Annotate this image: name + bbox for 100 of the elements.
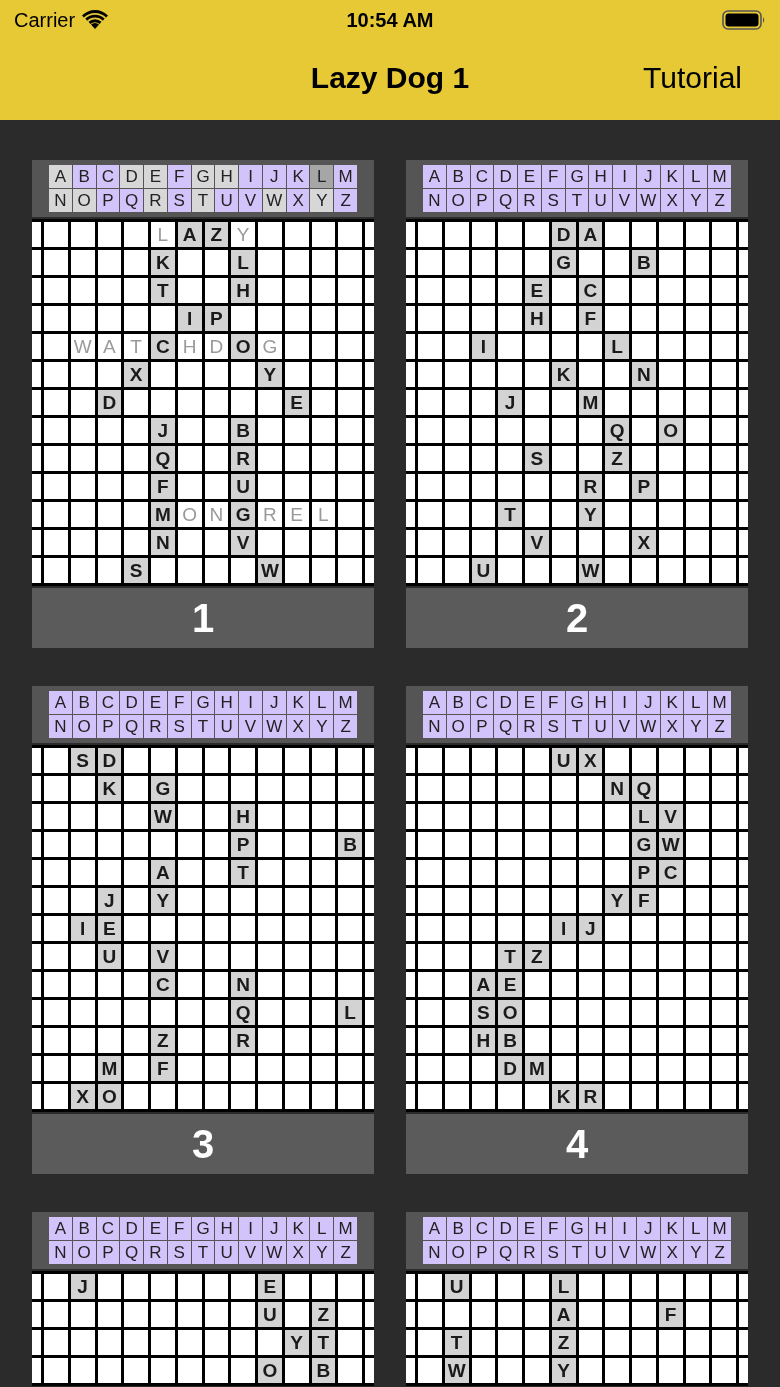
letter-tile[interactable]: S — [471, 1000, 496, 1025]
letter-key[interactable]: F — [167, 1217, 191, 1240]
letter-tile[interactable]: G — [551, 250, 576, 275]
letter-key[interactable]: P — [470, 1241, 494, 1264]
letter-key[interactable]: H — [589, 1217, 613, 1240]
letter-key[interactable]: X — [660, 1241, 684, 1264]
letter-tile[interactable]: U — [231, 474, 255, 499]
letter-key[interactable]: S — [167, 715, 191, 738]
letter-key[interactable]: R — [518, 189, 541, 212]
letter-key[interactable]: H — [589, 691, 613, 714]
letter-key[interactable]: L — [310, 165, 334, 188]
letter-tile[interactable]: H — [525, 306, 549, 331]
letter-tile[interactable]: X — [632, 530, 656, 555]
letter-tile[interactable]: C — [151, 972, 175, 997]
letter-tile[interactable]: O — [231, 334, 255, 359]
letter-key[interactable]: M — [708, 1217, 731, 1240]
letter-key[interactable]: O — [446, 1241, 470, 1264]
letter-key[interactable]: H — [215, 691, 239, 714]
letter-tile[interactable]: X — [70, 1084, 95, 1109]
letter-key[interactable]: W — [262, 189, 286, 212]
letter-tile[interactable]: B — [231, 418, 255, 443]
letter-tile[interactable]: Y — [151, 888, 175, 913]
letter-tile[interactable]: W — [578, 558, 603, 583]
letter-tile[interactable]: J — [151, 418, 175, 443]
letter-tile[interactable]: Z — [204, 222, 229, 247]
letter-tile[interactable]: L — [231, 250, 255, 275]
letter-tile[interactable]: D — [97, 748, 122, 773]
letter-key[interactable]: E — [518, 165, 541, 188]
letter-tile[interactable]: P — [204, 306, 229, 331]
letter-key[interactable]: M — [334, 165, 357, 188]
letter-tile[interactable]: X — [124, 362, 148, 387]
letter-key[interactable]: M — [334, 691, 357, 714]
letter-key[interactable]: V — [613, 1241, 636, 1264]
letter-tile[interactable]: A — [151, 860, 175, 885]
letter-key[interactable]: T — [565, 189, 589, 212]
letter-tile[interactable]: B — [498, 1028, 522, 1053]
letter-key[interactable]: Z — [708, 715, 731, 738]
letter-tile[interactable]: J — [70, 1274, 95, 1299]
letter-tile[interactable]: V — [151, 944, 175, 969]
letter-key[interactable]: N — [49, 189, 72, 212]
letter-tile[interactable]: T — [444, 1330, 469, 1355]
letter-key[interactable]: O — [72, 189, 96, 212]
letter-tile[interactable]: O — [97, 1084, 122, 1109]
letter-key[interactable]: J — [262, 691, 286, 714]
letter-key[interactable]: E — [144, 165, 167, 188]
letter-tile[interactable]: A — [471, 972, 496, 997]
letter-tile[interactable]: I — [177, 306, 202, 331]
letter-key[interactable]: J — [636, 691, 660, 714]
letter-tile[interactable]: W — [658, 832, 683, 857]
letter-key[interactable]: S — [167, 189, 191, 212]
letter-key[interactable]: N — [423, 715, 446, 738]
letter-key[interactable]: S — [167, 1241, 191, 1264]
letter-key[interactable]: I — [239, 691, 262, 714]
letter-tile[interactable]: N — [231, 972, 255, 997]
letter-key[interactable]: O — [446, 189, 470, 212]
letter-key[interactable]: C — [470, 165, 494, 188]
letter-key[interactable]: M — [708, 691, 731, 714]
letter-key[interactable]: N — [423, 189, 446, 212]
letter-tile[interactable]: I — [551, 916, 576, 941]
letter-key[interactable]: D — [120, 691, 144, 714]
letter-tile[interactable]: Y — [605, 888, 629, 913]
letter-key[interactable]: F — [541, 1217, 565, 1240]
letter-key[interactable]: O — [72, 1241, 96, 1264]
letter-key[interactable]: V — [239, 1241, 262, 1264]
letter-key[interactable]: Q — [120, 189, 144, 212]
letter-key[interactable]: K — [286, 165, 310, 188]
letter-key[interactable]: M — [708, 165, 731, 188]
letter-tile[interactable]: L — [632, 804, 656, 829]
letter-tile[interactable]: U — [444, 1274, 469, 1299]
letter-tile[interactable]: E — [284, 390, 309, 415]
letter-key[interactable]: X — [660, 715, 684, 738]
letter-key[interactable]: D — [494, 691, 518, 714]
letter-key[interactable]: F — [541, 165, 565, 188]
letter-key[interactable]: I — [613, 1217, 636, 1240]
letter-key[interactable]: U — [589, 1241, 613, 1264]
letter-tile[interactable]: F — [151, 1056, 175, 1081]
letter-key[interactable]: K — [286, 691, 310, 714]
letter-tile[interactable]: K — [551, 1084, 576, 1109]
letter-tile[interactable]: G — [231, 502, 255, 527]
letter-key[interactable]: K — [660, 691, 684, 714]
letter-key[interactable]: R — [518, 1241, 541, 1264]
letter-key[interactable]: W — [636, 715, 660, 738]
letter-tile[interactable]: N — [605, 776, 629, 801]
letter-tile[interactable]: Z — [551, 1330, 576, 1355]
letter-tile[interactable]: P — [231, 832, 255, 857]
letter-key[interactable]: C — [96, 1217, 120, 1240]
letter-tile[interactable]: M — [151, 502, 175, 527]
letter-key[interactable]: H — [589, 165, 613, 188]
letter-key[interactable]: R — [144, 189, 167, 212]
letter-tile[interactable]: C — [578, 278, 603, 303]
letter-key[interactable]: N — [49, 715, 72, 738]
letter-key[interactable]: E — [144, 691, 167, 714]
letter-key[interactable]: P — [470, 715, 494, 738]
letter-key[interactable]: D — [120, 1217, 144, 1240]
letter-key[interactable]: X — [286, 1241, 310, 1264]
letter-key[interactable]: H — [215, 165, 239, 188]
letter-key[interactable]: L — [684, 691, 708, 714]
letter-key[interactable]: P — [96, 1241, 120, 1264]
letter-key[interactable]: T — [191, 715, 215, 738]
letter-key[interactable]: U — [215, 189, 239, 212]
